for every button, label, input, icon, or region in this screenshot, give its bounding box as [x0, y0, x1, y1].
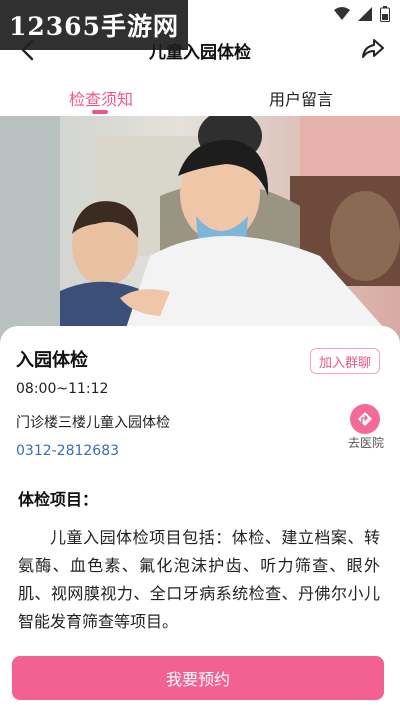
share-icon — [362, 39, 384, 58]
tab-bar: 检查须知 用户留言 — [0, 72, 400, 116]
status-icons — [334, 6, 390, 22]
exam-time: 08:00~11:12 — [16, 381, 109, 397]
tab-exam-notice[interactable]: 检查须知 — [69, 86, 133, 110]
active-tab-indicator — [92, 110, 108, 114]
hero-image — [0, 116, 400, 346]
back-arrow-icon — [21, 39, 34, 61]
exam-location: 门诊楼三楼儿童入园体检 — [16, 415, 170, 431]
book-appointment-button[interactable]: 我要预约 — [12, 656, 384, 700]
join-group-chat-button[interactable]: 加入群聊 — [310, 348, 380, 374]
navigation-arrow-icon — [358, 412, 372, 426]
doctor-child-photo — [0, 116, 400, 346]
tab-user-messages[interactable]: 用户留言 — [269, 86, 333, 110]
go-hospital-label[interactable]: 去医院 — [348, 434, 384, 451]
wifi-icon — [334, 7, 350, 20]
share-button[interactable] — [360, 36, 386, 62]
section-title: 体检项目： — [18, 490, 99, 509]
back-button[interactable] — [14, 36, 42, 64]
battery-icon — [380, 6, 390, 22]
phone-link[interactable]: 0312-2812683 — [16, 443, 119, 459]
signal-icon — [358, 7, 372, 21]
card-title: 入园体检 — [16, 350, 88, 371]
info-card: 入园体检 加入群聊 08:00~11:12 门诊楼三楼儿童入园体检 0312-2… — [0, 326, 400, 631]
exam-description: 儿童入园体检项目包括：体检、建立档案、转氨酶、血色素、氟化泡沫护齿、听力筛查、眼… — [18, 528, 380, 631]
go-hospital-button[interactable] — [350, 404, 380, 434]
